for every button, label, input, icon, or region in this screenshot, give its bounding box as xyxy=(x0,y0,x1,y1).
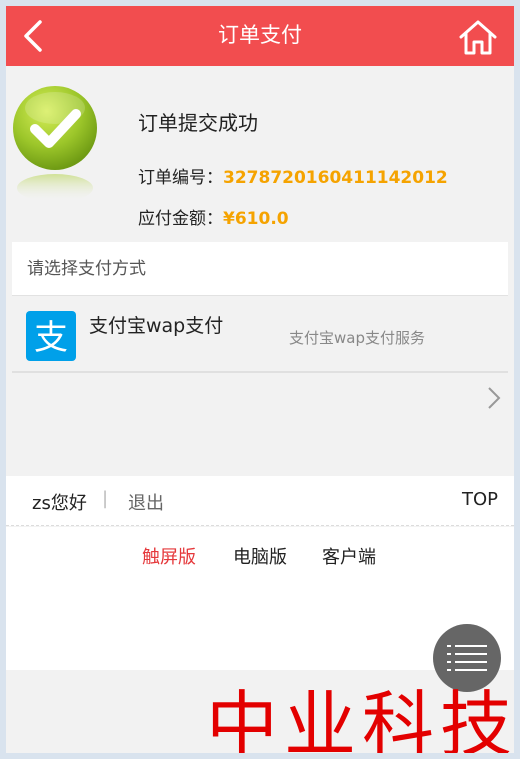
top-bar: 订单支付 xyxy=(6,6,514,66)
amount-row: 应付金额：¥610.0 xyxy=(138,204,289,229)
payment-method-description: 支付宝wap支付服务 xyxy=(289,329,425,347)
order-number-row: 订单编号：327872016041114201​2 xyxy=(138,163,448,188)
watermark-text: 中业科技 xyxy=(206,683,514,753)
payment-method-alipay[interactable]: 支 支付宝wap支付 支付宝wap支付服务 xyxy=(12,297,508,373)
success-message: 订单提交成功 xyxy=(138,111,258,135)
home-icon xyxy=(459,20,497,55)
payment-method-name: 支付宝wap支付 xyxy=(89,315,224,337)
logout-link[interactable]: 退出 xyxy=(128,489,164,515)
order-number-value: 327872016041114201​2 xyxy=(223,168,448,188)
home-button[interactable] xyxy=(458,18,498,56)
chevron-right-icon[interactable] xyxy=(486,386,502,410)
alipay-icon: 支 xyxy=(26,311,76,361)
app-frame: 订单支付 xyxy=(6,6,514,753)
order-number-label: 订单编号： xyxy=(138,168,223,188)
footer-separator: | xyxy=(102,488,109,509)
amount-value: ¥610.0 xyxy=(223,209,289,229)
page-title: 订单支付 xyxy=(218,23,302,47)
success-check-icon xyxy=(10,84,100,202)
user-greeting: zs您好 xyxy=(32,493,87,514)
touch-version-link[interactable]: 触屏版 xyxy=(142,543,196,569)
pc-version-link[interactable]: 电脑版 xyxy=(233,543,287,569)
amount-label: 应付金额： xyxy=(138,209,223,229)
back-to-top-link[interactable]: TOP xyxy=(462,489,498,510)
payment-section-title: 请选择支付方式 xyxy=(12,242,508,296)
client-link[interactable]: 客户端 xyxy=(322,543,376,569)
svg-text:支: 支 xyxy=(34,318,68,358)
footer-bar: zs您好 | 退出 TOP xyxy=(6,476,514,526)
